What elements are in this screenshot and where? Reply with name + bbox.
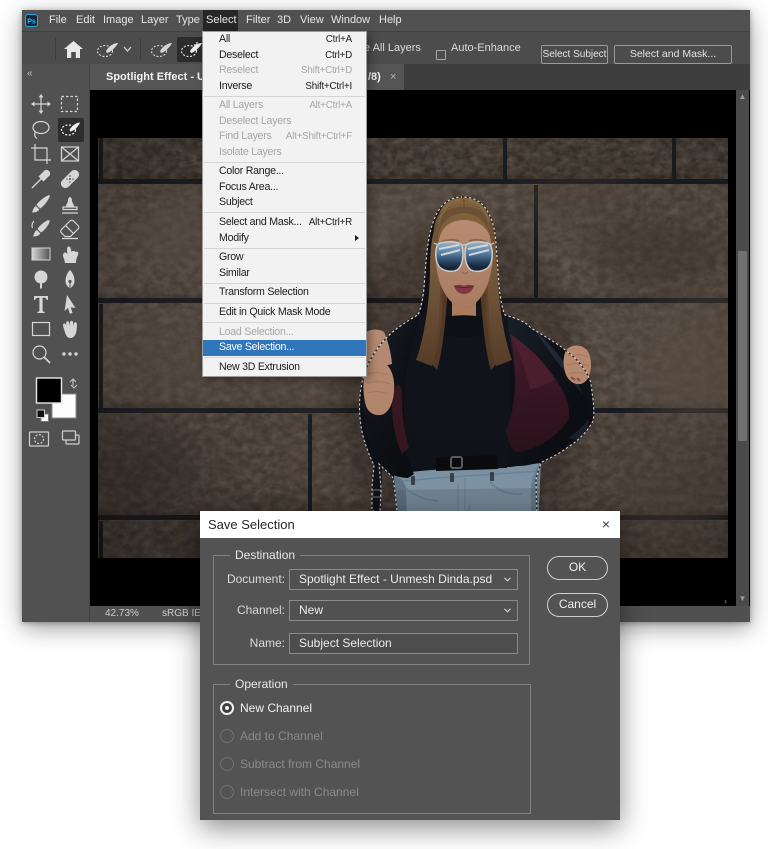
svg-text:Ps: Ps	[27, 19, 36, 26]
